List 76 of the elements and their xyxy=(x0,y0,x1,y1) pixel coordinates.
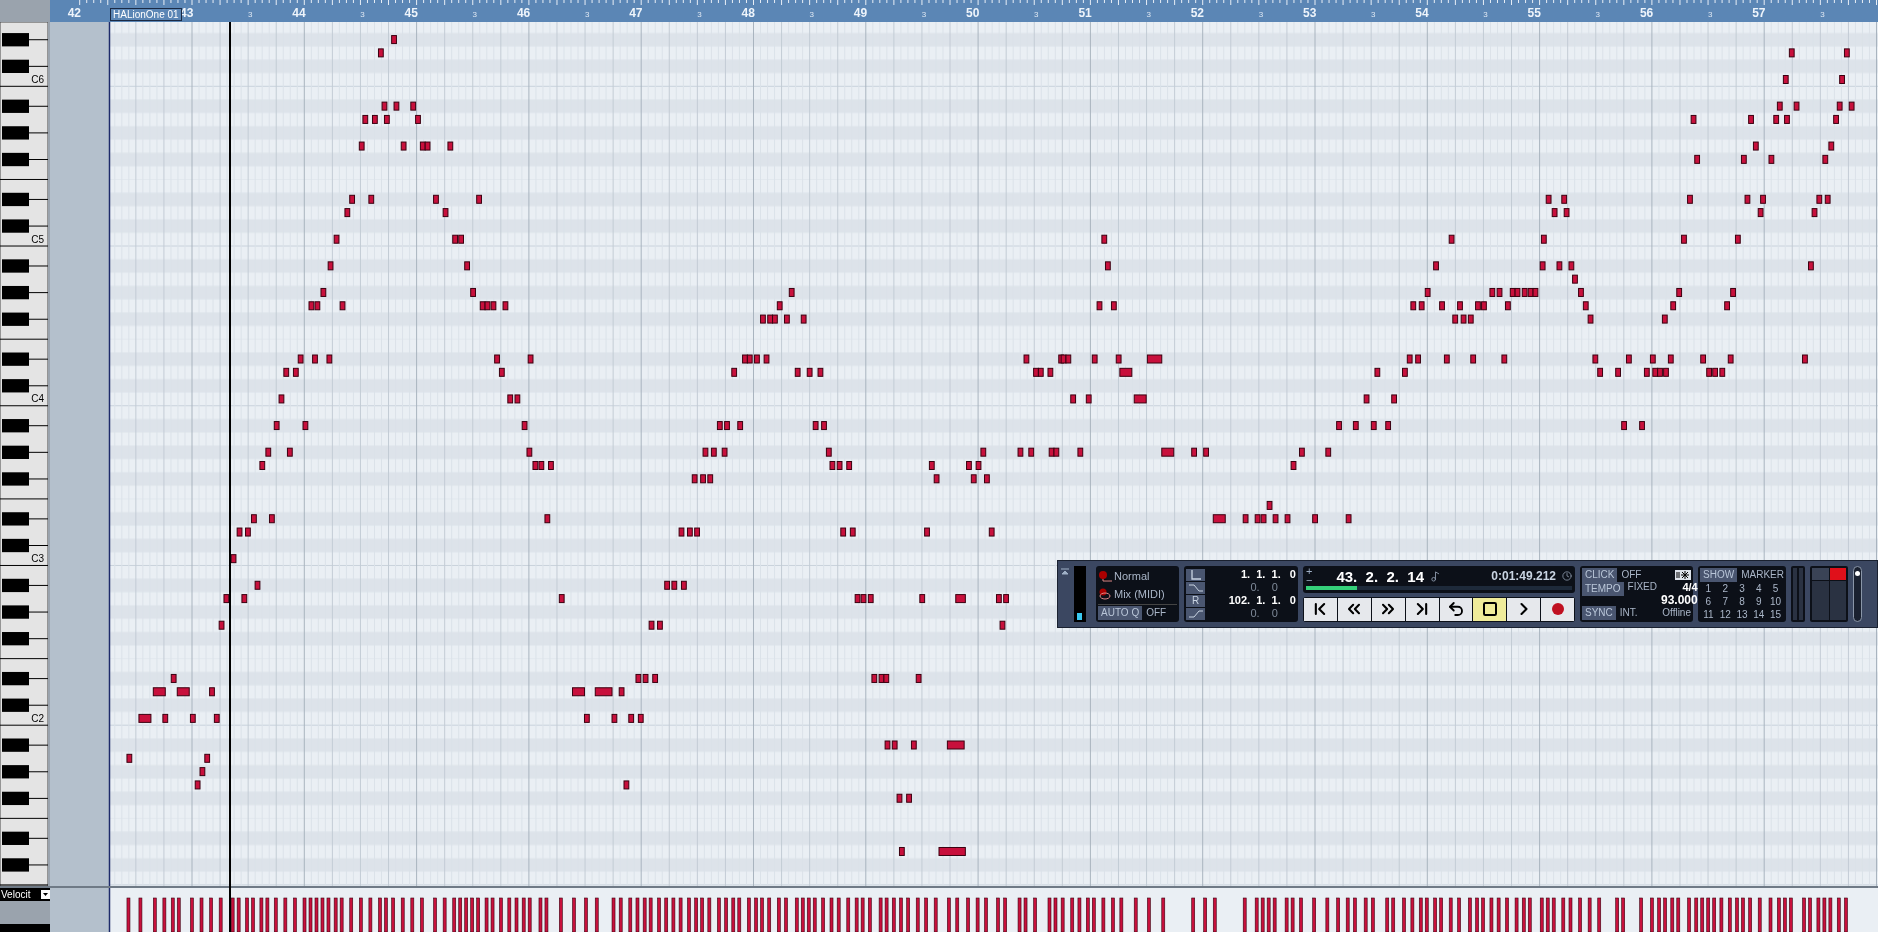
nudge-minus-button[interactable]: − xyxy=(1306,576,1313,585)
locator-value: 1. 1. 1. 0 xyxy=(1240,569,1296,580)
triplet-mark: 3 xyxy=(697,11,702,19)
part-label[interactable]: HALionOne 01 xyxy=(110,8,182,21)
marker-number[interactable]: 5 xyxy=(1767,584,1784,594)
octave-label: C6 xyxy=(31,75,44,85)
bar-number: 50 xyxy=(966,7,980,19)
click-value: OFF xyxy=(1621,570,1642,580)
locator-value: 0. 0 xyxy=(1250,582,1279,593)
tempo-mode: FIXED xyxy=(1627,582,1657,592)
locator-button[interactable]: R xyxy=(1186,594,1205,607)
sync-status: Offline xyxy=(1662,608,1691,618)
triplet-mark: 3 xyxy=(1258,11,1264,19)
triplet-mark: 3 xyxy=(1371,11,1376,19)
triplet-mark: 3 xyxy=(1820,11,1825,19)
tempo-value: 93.000 xyxy=(1661,594,1698,606)
position-display: 43. 2. 2. 14 xyxy=(1336,568,1424,584)
triplet-mark: 3 xyxy=(248,11,253,19)
marker-number[interactable]: 4 xyxy=(1750,584,1768,594)
triplet-mark: 3 xyxy=(472,11,478,19)
marker-number[interactable]: 7 xyxy=(1716,597,1734,607)
bar-number: 44 xyxy=(292,7,306,19)
octave-label: C5 xyxy=(31,234,44,245)
sync-mode: INT. xyxy=(1619,608,1638,618)
bar-number: 49 xyxy=(853,7,868,19)
marker-number[interactable]: 6 xyxy=(1700,597,1717,607)
bar-number: 57 xyxy=(1752,7,1766,19)
marker-title: MARKER xyxy=(1741,570,1784,580)
marker-number[interactable]: 10 xyxy=(1767,597,1784,607)
click-button[interactable]: CLICK xyxy=(1582,568,1618,582)
triplet-mark: 3 xyxy=(1483,11,1488,19)
triplet-mark: 3 xyxy=(584,11,590,19)
bar-number: 52 xyxy=(1190,7,1205,19)
sync-button[interactable]: SYNC xyxy=(1582,606,1616,620)
bar-number: 54 xyxy=(1415,7,1429,19)
triplet-mark: 3 xyxy=(360,11,365,19)
record-mode-dropdown[interactable]: Normal xyxy=(1114,568,1150,585)
marker-number[interactable]: 8 xyxy=(1733,597,1751,607)
auto-quantize-button[interactable]: AUTO Q xyxy=(1098,605,1143,620)
locator-value: 0. 0 xyxy=(1250,608,1279,619)
marker-number[interactable]: 11 xyxy=(1700,610,1717,620)
time-display: 0:01:49.212 xyxy=(1491,570,1556,582)
bar-number: 55 xyxy=(1527,7,1541,19)
triplet-mark: 3 xyxy=(809,11,814,19)
octave-label: C2 xyxy=(31,713,44,724)
marker-number[interactable]: 13 xyxy=(1733,610,1751,620)
octave-label: C3 xyxy=(31,554,44,565)
auto-quantize-value: OFF xyxy=(1146,606,1167,620)
tempo-button[interactable]: TEMPO xyxy=(1582,582,1624,596)
marker-number[interactable]: 1 xyxy=(1700,584,1717,594)
triplet-mark: 3 xyxy=(1707,11,1713,19)
bar-number: 46 xyxy=(516,7,531,19)
bar-number: 47 xyxy=(629,7,643,19)
triplet-mark: 3 xyxy=(1595,11,1601,19)
marker-number[interactable]: 9 xyxy=(1750,597,1768,607)
marker-number[interactable]: 14 xyxy=(1750,610,1768,620)
marker-number[interactable]: 3 xyxy=(1733,584,1751,594)
locator-value: 102. 1. 1. 0 xyxy=(1228,595,1296,606)
triplet-mark: 3 xyxy=(1146,11,1151,19)
marker-number[interactable]: 12 xyxy=(1716,610,1734,620)
bar-number: 42 xyxy=(67,7,82,19)
bar-number: 56 xyxy=(1639,7,1654,19)
marker-number[interactable]: 15 xyxy=(1767,610,1784,620)
nudge-plus-button[interactable]: + xyxy=(1306,567,1313,576)
bar-number: 53 xyxy=(1303,7,1317,19)
show-markers-button[interactable]: SHOW xyxy=(1700,568,1738,582)
bar-number: 48 xyxy=(741,7,755,19)
bar-number: 51 xyxy=(1078,7,1092,19)
octave-label: C4 xyxy=(31,394,44,405)
triplet-mark: 3 xyxy=(1034,11,1039,19)
cycle-mode-dropdown[interactable]: Mix (MIDI) xyxy=(1114,586,1165,603)
controller-selector[interactable]: Velocit xyxy=(0,888,50,901)
bar-number: 45 xyxy=(404,7,418,19)
marker-number[interactable]: 2 xyxy=(1716,584,1734,594)
triplet-mark: 3 xyxy=(921,11,927,19)
time-signature: 4/4 xyxy=(1682,582,1698,593)
